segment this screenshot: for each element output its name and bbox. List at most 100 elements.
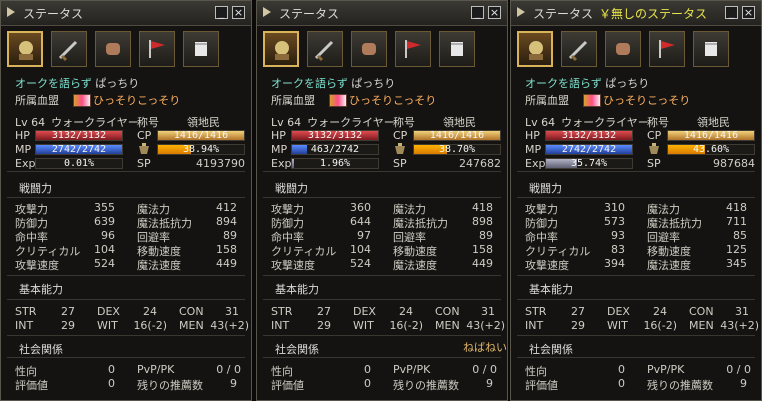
- int-value: 29: [61, 319, 75, 332]
- window-title: ステータス: [279, 7, 340, 21]
- matk-value: 418: [726, 201, 747, 214]
- weapon-tab-icon[interactable]: [51, 31, 87, 67]
- scroll-tab-icon[interactable]: [183, 31, 219, 67]
- mp-bar: 463/2742: [291, 144, 379, 155]
- rating-label: 評価値: [271, 379, 304, 392]
- patk-value: 355: [94, 201, 115, 214]
- hp-bar: 3132/3132: [35, 130, 123, 141]
- weight-bar: 43.60%: [667, 144, 755, 155]
- close-button[interactable]: ×: [742, 6, 755, 19]
- basic-section-title: 基本能力: [275, 283, 319, 296]
- clan-name: ひっそりこっそり: [349, 94, 437, 107]
- character-name: オークを語らず ぱっちり: [15, 77, 140, 90]
- pvp-label: PvP/PK: [647, 363, 685, 376]
- cp-bar: 1416/1416: [667, 130, 755, 141]
- mp-label: MP: [271, 143, 288, 156]
- str-label: STR: [525, 305, 547, 318]
- dex-label: DEX: [97, 305, 120, 318]
- minimize-button[interactable]: _: [725, 6, 738, 19]
- rank-header: 称号: [137, 116, 159, 129]
- mdef-value: 711: [726, 215, 747, 228]
- rank-value: 領地民: [697, 116, 730, 129]
- int-label: INT: [525, 319, 544, 332]
- window-icon: [515, 6, 527, 18]
- sp-label: SP: [393, 157, 407, 170]
- window-icon: [5, 6, 17, 18]
- close-button[interactable]: ×: [232, 6, 245, 19]
- titlebar[interactable]: ステータス _ ×: [1, 1, 251, 26]
- sp-value: 4193790: [196, 157, 245, 170]
- divider: [517, 335, 755, 336]
- rating-label: 評価値: [525, 379, 558, 392]
- exp-bar: 1.96%: [291, 158, 379, 169]
- scroll-tab-icon[interactable]: [693, 31, 729, 67]
- divider: [7, 171, 245, 172]
- scroll-tab-icon[interactable]: [439, 31, 475, 67]
- weapon-tab-icon[interactable]: [561, 31, 597, 67]
- divider: [517, 171, 755, 172]
- int-value: 29: [571, 319, 585, 332]
- hp-label: HP: [271, 129, 286, 142]
- divider: [263, 299, 501, 300]
- men-label: MEN: [179, 319, 204, 332]
- critical-value: 104: [94, 243, 115, 256]
- str-value: 27: [61, 305, 75, 318]
- minimize-button[interactable]: _: [215, 6, 228, 19]
- fist-tab-icon[interactable]: [95, 31, 131, 67]
- recommendations-value: 9: [740, 377, 747, 390]
- titlebar[interactable]: ステータス ￥無しのステータス _ ×: [511, 1, 761, 26]
- men-value: 43(+2): [720, 319, 759, 332]
- men-value: 43(+2): [210, 319, 249, 332]
- evasion-value: 85: [733, 229, 747, 242]
- chat-overlay-text: ねばねい: [463, 341, 507, 354]
- flag-tab-icon[interactable]: [395, 31, 431, 67]
- status-tab-icon[interactable]: [7, 31, 43, 67]
- weapon-tab-icon[interactable]: [307, 31, 343, 67]
- speed-value: 158: [216, 243, 237, 256]
- fist-tab-icon[interactable]: [605, 31, 641, 67]
- pvp-label: PvP/PK: [393, 363, 431, 376]
- close-button[interactable]: ×: [488, 6, 501, 19]
- status-windows: ステータス _ × オークを語らず ぱっちり 所属血盟 ひっそりこっそり Lv …: [0, 0, 762, 401]
- status-tab-icon[interactable]: [517, 31, 553, 67]
- titlebar[interactable]: ステータス _ ×: [257, 1, 507, 26]
- men-value: 43(+2): [466, 319, 505, 332]
- status-tab-icon[interactable]: [263, 31, 299, 67]
- minimize-button[interactable]: _: [471, 6, 484, 19]
- divider: [517, 275, 755, 276]
- divider: [7, 335, 245, 336]
- mdef-value: 898: [472, 215, 493, 228]
- flag-tab-icon[interactable]: [649, 31, 685, 67]
- rating-value: 0: [364, 377, 371, 390]
- level-row: Lv 64 ウォークライヤー: [525, 116, 649, 129]
- sp-label: SP: [137, 157, 151, 170]
- status-window-3: ステータス ￥無しのステータス _ × オークを語らず ぱっちり 所属血盟 ひっそ…: [510, 0, 762, 401]
- divider: [263, 335, 501, 336]
- window-title: ステータス: [23, 7, 84, 21]
- cp-bar: 1416/1416: [157, 130, 245, 141]
- recommendations-value: 9: [486, 377, 493, 390]
- attack-speed-label: 攻撃速度: [15, 259, 59, 272]
- clan-row: 所属血盟: [271, 94, 315, 107]
- pvp-label: PvP/PK: [137, 363, 175, 376]
- attack-speed-value: 394: [604, 257, 625, 270]
- level-row: Lv 64 ウォークライヤー: [15, 116, 139, 129]
- cp-label: CP: [393, 129, 408, 142]
- fist-tab-icon[interactable]: [351, 31, 387, 67]
- str-value: 27: [317, 305, 331, 318]
- divider: [263, 171, 501, 172]
- weight-icon: [647, 142, 661, 156]
- sp-value: 987684: [713, 157, 755, 170]
- flag-tab-icon[interactable]: [139, 31, 175, 67]
- exp-label: Exp: [271, 157, 292, 170]
- con-label: CON: [179, 305, 204, 318]
- critical-value: 104: [350, 243, 371, 256]
- clan-row: 所属血盟: [15, 94, 59, 107]
- divider: [7, 197, 245, 198]
- cp-bar: 1416/1416: [413, 130, 501, 141]
- men-label: MEN: [689, 319, 714, 332]
- hp-label: HP: [15, 129, 30, 142]
- wit-label: WIT: [607, 319, 628, 332]
- recommendations-value: 9: [230, 377, 237, 390]
- pdef-value: 639: [94, 215, 115, 228]
